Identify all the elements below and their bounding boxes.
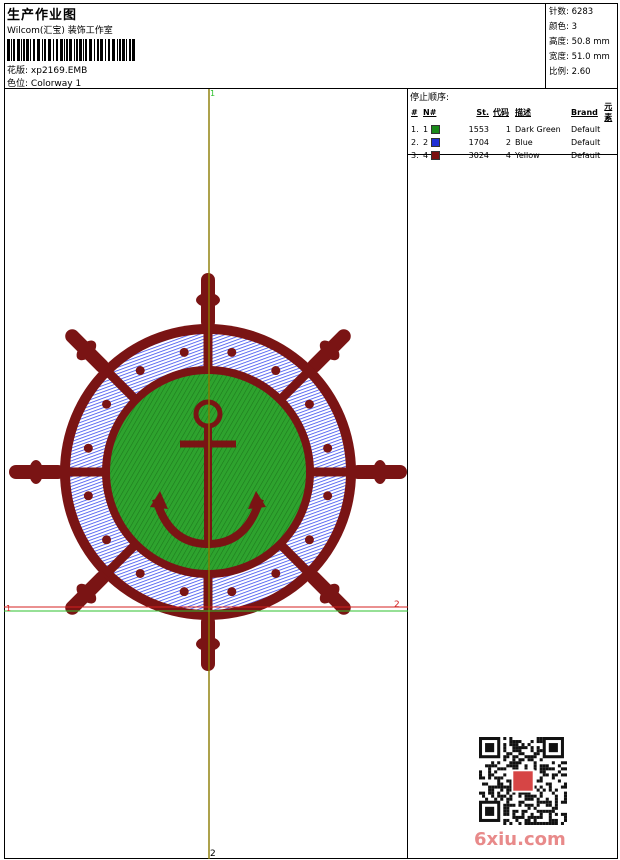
guide-label-top: 1 (210, 89, 215, 98)
design-value: xp2169.EMB (30, 66, 88, 76)
stat-width: 宽度: 51.0 mm (549, 52, 610, 62)
col-element: 元素 (604, 102, 613, 122)
stop-sequence-table: # N# St. 代码 描述 Brand 元素 1. 1 1553 1 Dark Gr… (409, 101, 618, 162)
cell-needle: 4 (421, 149, 447, 162)
table-row: 2. 2 1704 2 Blue Default (409, 136, 618, 149)
cell-element (602, 149, 618, 162)
cell-code: 2 (505, 138, 511, 147)
colorway-label: 色位: (7, 79, 29, 89)
design-label: 花版: (7, 66, 29, 76)
cell-stitches: 1704 (468, 138, 489, 147)
barcode (7, 39, 135, 61)
cell-description: Yellow (515, 151, 540, 160)
cell-element (602, 123, 618, 136)
guide-label-right: 2 (394, 600, 400, 610)
cell-index: 1. (411, 125, 419, 134)
page-title: 生产作业图 (7, 8, 78, 23)
stats-panel: 针数: 6283 颜色: 3 高度: 50.8 mm 宽度: 51.0 mm 比… (545, 3, 618, 89)
stat-scale: 比例: 2.60 (549, 67, 591, 77)
cell-description: Blue (515, 138, 533, 147)
qr-code (479, 737, 567, 825)
guide-label-left: 1 (6, 604, 11, 613)
guide-label-bottom: 2 (210, 849, 216, 859)
design-line: 花版: xp2169.EMB (7, 63, 87, 76)
table-row: 1. 1 1553 1 Dark Green Default (409, 123, 618, 136)
cell-index: 2. (411, 138, 419, 147)
cell-index: 3. (411, 151, 419, 160)
table-header-row: # N# St. 代码 描述 Brand 元素 (409, 101, 618, 123)
stop-sequence-panel: 停止顺序: # N# St. 代码 描述 Brand 元素 1. 1 1553 1 D… (408, 89, 618, 160)
col-stitches: St. (476, 107, 489, 117)
col-needle: N# (423, 107, 437, 117)
cell-needle: 2 (421, 136, 447, 149)
cell-stitches: 1553 (468, 125, 489, 134)
design-canvas[interactable]: 1 2 1 2 (4, 89, 408, 859)
cell-element (602, 136, 618, 149)
cell-needle: 1 (421, 123, 447, 136)
table-row: 3. 4 3024 4 Yellow Default (409, 149, 618, 162)
cell-brand: Default (571, 151, 601, 160)
stat-colors: 颜色: 3 (549, 22, 577, 32)
embroidery-preview: 1 2 1 2 (4, 89, 408, 859)
cell-brand: Default (571, 125, 601, 134)
col-code: 代码 (493, 107, 509, 117)
cell-code: 4 (505, 151, 511, 160)
color-swatch (430, 125, 440, 134)
col-brand: Brand (571, 107, 598, 117)
col-description: 描述 (515, 107, 531, 117)
cell-stitches: 3024 (468, 151, 489, 160)
color-swatch (430, 138, 440, 147)
header: 生产作业图 Wilcom(汇宝) 装饰工作室 花版: xp2169.EMB 色位… (4, 3, 618, 89)
colorway-value: Colorway 1 (30, 79, 82, 89)
col-index: # (411, 107, 418, 117)
stat-stitches: 针数: 6283 (549, 7, 594, 17)
company-name: Wilcom(汇宝) 装饰工作室 (7, 26, 113, 36)
colorway-line: 色位: Colorway 1 (7, 76, 81, 89)
cell-brand: Default (571, 138, 601, 147)
color-swatch (430, 151, 440, 160)
cell-description: Dark Green (515, 125, 561, 134)
stat-height: 高度: 50.8 mm (549, 37, 610, 47)
watermark-logo: 6xiu.com (474, 829, 566, 850)
cell-code: 1 (505, 125, 511, 134)
